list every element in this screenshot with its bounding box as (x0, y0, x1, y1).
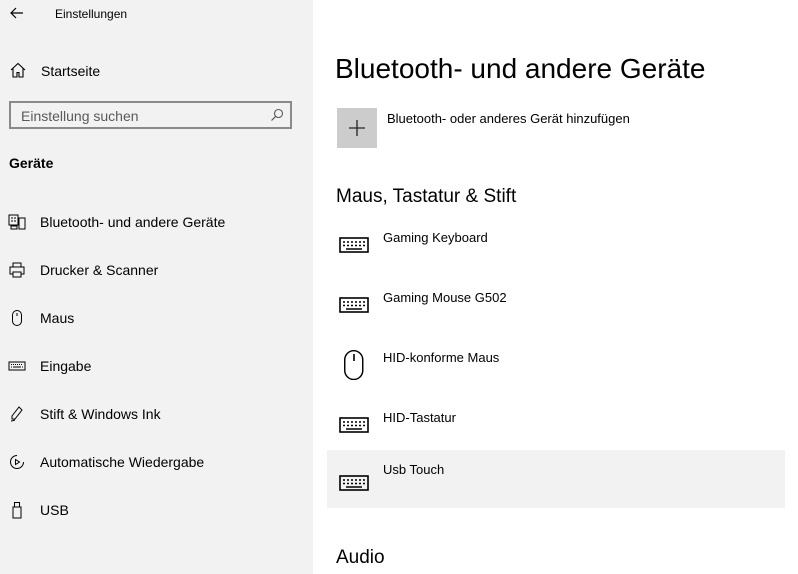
pen-icon (8, 405, 26, 423)
sidebar-item-bluetooth[interactable]: Bluetooth- und andere Geräte (0, 207, 313, 237)
device-name: Usb Touch (383, 462, 445, 477)
sidebar: Einstellungen Startseite Geräte Bluetoot… (0, 0, 313, 574)
autoplay-icon (8, 453, 26, 471)
search-box[interactable] (9, 101, 292, 129)
sidebar-item-maus[interactable]: Maus (0, 303, 313, 333)
home-icon (9, 61, 27, 79)
add-device-tile[interactable] (337, 108, 377, 148)
search-input[interactable] (21, 107, 261, 125)
search-icon[interactable] (270, 108, 284, 122)
device-name: HID-Tastatur (383, 410, 456, 425)
usb-icon (8, 501, 26, 519)
device-name: Gaming Keyboard (383, 230, 488, 245)
device-name: HID-konforme Maus (383, 350, 500, 365)
sidebar-item-label: Eingabe (40, 358, 92, 374)
sidebar-item-eingabe[interactable]: Eingabe (0, 351, 313, 381)
device-item[interactable]: Gaming Mouse G502 (327, 278, 785, 336)
group-heading-audio: Audio (336, 547, 385, 568)
device-item[interactable]: Gaming Keyboard (327, 218, 785, 276)
keyboard-icon (338, 466, 370, 498)
sidebar-item-label: Stift & Windows Ink (40, 406, 161, 422)
add-device-button[interactable]: Bluetooth- oder anderes Gerät hinzufügen (336, 107, 666, 149)
mouse-icon (8, 309, 26, 327)
device-name: Gaming Mouse G502 (383, 290, 507, 305)
sidebar-home-label: Startseite (41, 63, 101, 79)
bluetooth-devices-icon (8, 213, 26, 231)
back-arrow-icon[interactable] (8, 4, 26, 22)
sidebar-item-label: Bluetooth- und andere Geräte (40, 214, 226, 230)
sidebar-item-label: Automatische Wiedergabe (40, 454, 205, 470)
plus-icon (349, 120, 365, 136)
sidebar-item-startseite[interactable]: Startseite (0, 58, 313, 84)
sidebar-item-label: Drucker & Scanner (40, 262, 159, 278)
keyboard-icon (338, 408, 370, 440)
sidebar-item-usb[interactable]: USB (0, 495, 313, 525)
keyboard-icon (8, 357, 26, 375)
window-title: Einstellungen (55, 7, 128, 21)
sidebar-item-label: Maus (40, 310, 75, 326)
sidebar-item-drucker[interactable]: Drucker & Scanner (0, 255, 313, 285)
sidebar-item-stift[interactable]: Stift & Windows Ink (0, 399, 313, 429)
printer-icon (8, 261, 26, 279)
keyboard-icon (338, 288, 370, 320)
mouse-icon (338, 348, 370, 381)
group-heading-input-devices: Maus, Tastatur & Stift (336, 186, 517, 207)
add-device-label: Bluetooth- oder anderes Gerät hinzufügen (387, 111, 630, 126)
sidebar-item-label: USB (40, 502, 69, 518)
keyboard-icon (338, 228, 370, 260)
device-item-selected[interactable]: Usb Touch (327, 450, 785, 508)
sidebar-item-autoplay[interactable]: Automatische Wiedergabe (0, 447, 313, 477)
device-item[interactable]: HID-konforme Maus (327, 338, 785, 396)
sidebar-section-title: Geräte (9, 155, 54, 171)
device-item[interactable]: HID-Tastatur (327, 398, 785, 456)
page-title: Bluetooth- und andere Geräte (335, 53, 706, 84)
